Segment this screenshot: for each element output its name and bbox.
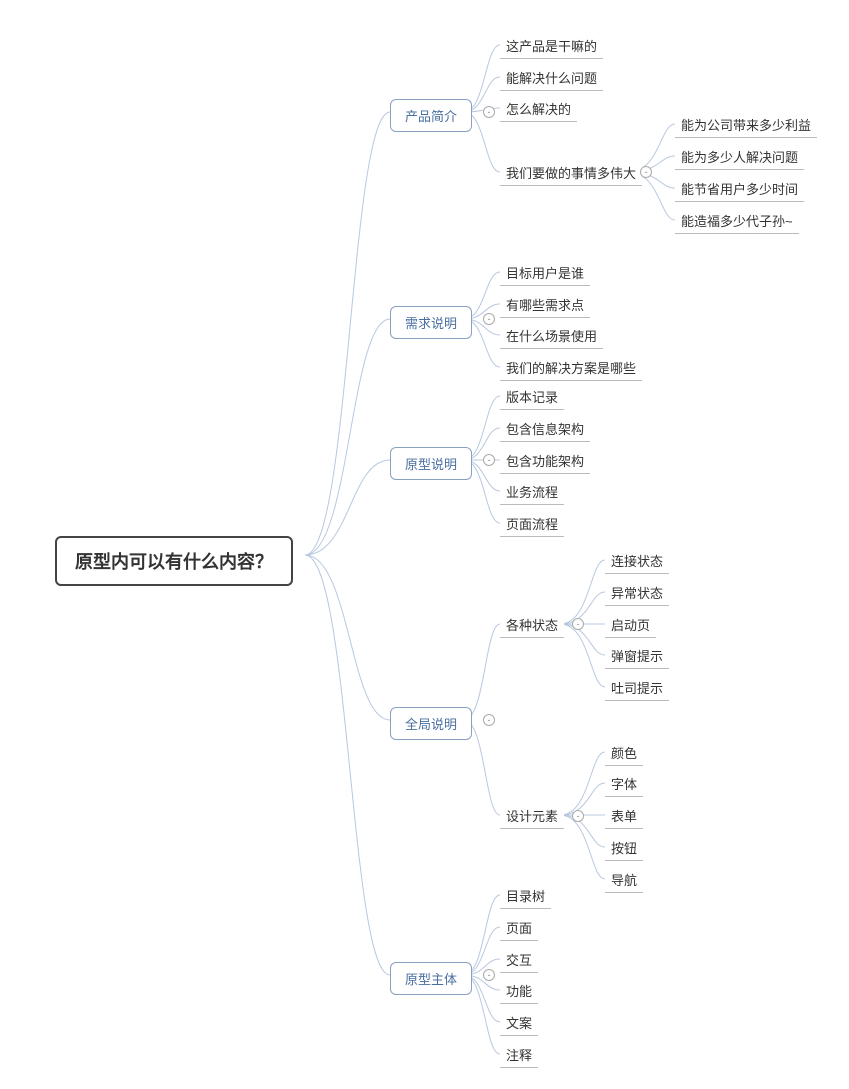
leaf-node[interactable]: 设计元素 <box>500 802 564 829</box>
leaf-node[interactable]: 版本记录 <box>500 383 564 410</box>
branch-global-desc[interactable]: 全局说明 <box>390 707 472 740</box>
leaf-node[interactable]: 各种状态 <box>500 611 564 638</box>
branch-product-intro[interactable]: 产品简介 <box>390 99 472 132</box>
toggle-icon[interactable]: - <box>572 810 584 822</box>
leaf-node[interactable]: 我们的解决方案是哪些 <box>500 354 642 381</box>
toggle-icon[interactable]: - <box>483 714 495 726</box>
toggle-icon[interactable]: - <box>483 969 495 981</box>
leaf-node[interactable]: 文案 <box>500 1009 538 1036</box>
toggle-icon[interactable]: - <box>483 454 495 466</box>
leaf-node[interactable]: 页面 <box>500 914 538 941</box>
leaf-node[interactable]: 字体 <box>605 770 643 797</box>
leaf-node[interactable]: 怎么解决的 <box>500 95 577 122</box>
leaf-node[interactable]: 包含信息架构 <box>500 415 590 442</box>
toggle-icon[interactable]: - <box>640 166 652 178</box>
leaf-node[interactable]: 包含功能架构 <box>500 447 590 474</box>
toggle-icon[interactable]: - <box>572 618 584 630</box>
leaf-node[interactable]: 按钮 <box>605 834 643 861</box>
leaf-node[interactable]: 目标用户是谁 <box>500 259 590 286</box>
leaf-node[interactable]: 能为公司带来多少利益 <box>675 111 817 138</box>
leaf-node[interactable]: 这产品是干嘛的 <box>500 32 603 59</box>
leaf-node[interactable]: 能解决什么问题 <box>500 64 603 91</box>
leaf-node[interactable]: 在什么场景使用 <box>500 322 603 349</box>
leaf-node[interactable]: 有哪些需求点 <box>500 291 590 318</box>
leaf-node[interactable]: 页面流程 <box>500 510 564 537</box>
leaf-node[interactable]: 功能 <box>500 977 538 1004</box>
toggle-icon[interactable]: - <box>483 106 495 118</box>
leaf-node[interactable]: 表单 <box>605 802 643 829</box>
leaf-node[interactable]: 我们要做的事情多伟大 <box>500 159 642 186</box>
leaf-node[interactable]: 能为多少人解决问题 <box>675 143 804 170</box>
leaf-node[interactable]: 异常状态 <box>605 579 669 606</box>
leaf-node[interactable]: 吐司提示 <box>605 674 669 701</box>
leaf-node[interactable]: 目录树 <box>500 882 551 909</box>
leaf-node[interactable]: 交互 <box>500 946 538 973</box>
leaf-node[interactable]: 能造福多少代子孙~ <box>675 207 799 234</box>
branch-prototype-body[interactable]: 原型主体 <box>390 962 472 995</box>
root-node[interactable]: 原型内可以有什么内容？ <box>55 536 293 586</box>
leaf-node[interactable]: 注释 <box>500 1041 538 1068</box>
branch-prototype-desc[interactable]: 原型说明 <box>390 447 472 480</box>
leaf-node[interactable]: 业务流程 <box>500 478 564 505</box>
leaf-node[interactable]: 连接状态 <box>605 547 669 574</box>
leaf-node[interactable]: 启动页 <box>605 611 656 638</box>
leaf-node[interactable]: 弹窗提示 <box>605 642 669 669</box>
leaf-node[interactable]: 导航 <box>605 866 643 893</box>
branch-requirements[interactable]: 需求说明 <box>390 306 472 339</box>
leaf-node[interactable]: 能节省用户多少时间 <box>675 175 804 202</box>
leaf-node[interactable]: 颜色 <box>605 739 643 766</box>
toggle-icon[interactable]: - <box>483 313 495 325</box>
